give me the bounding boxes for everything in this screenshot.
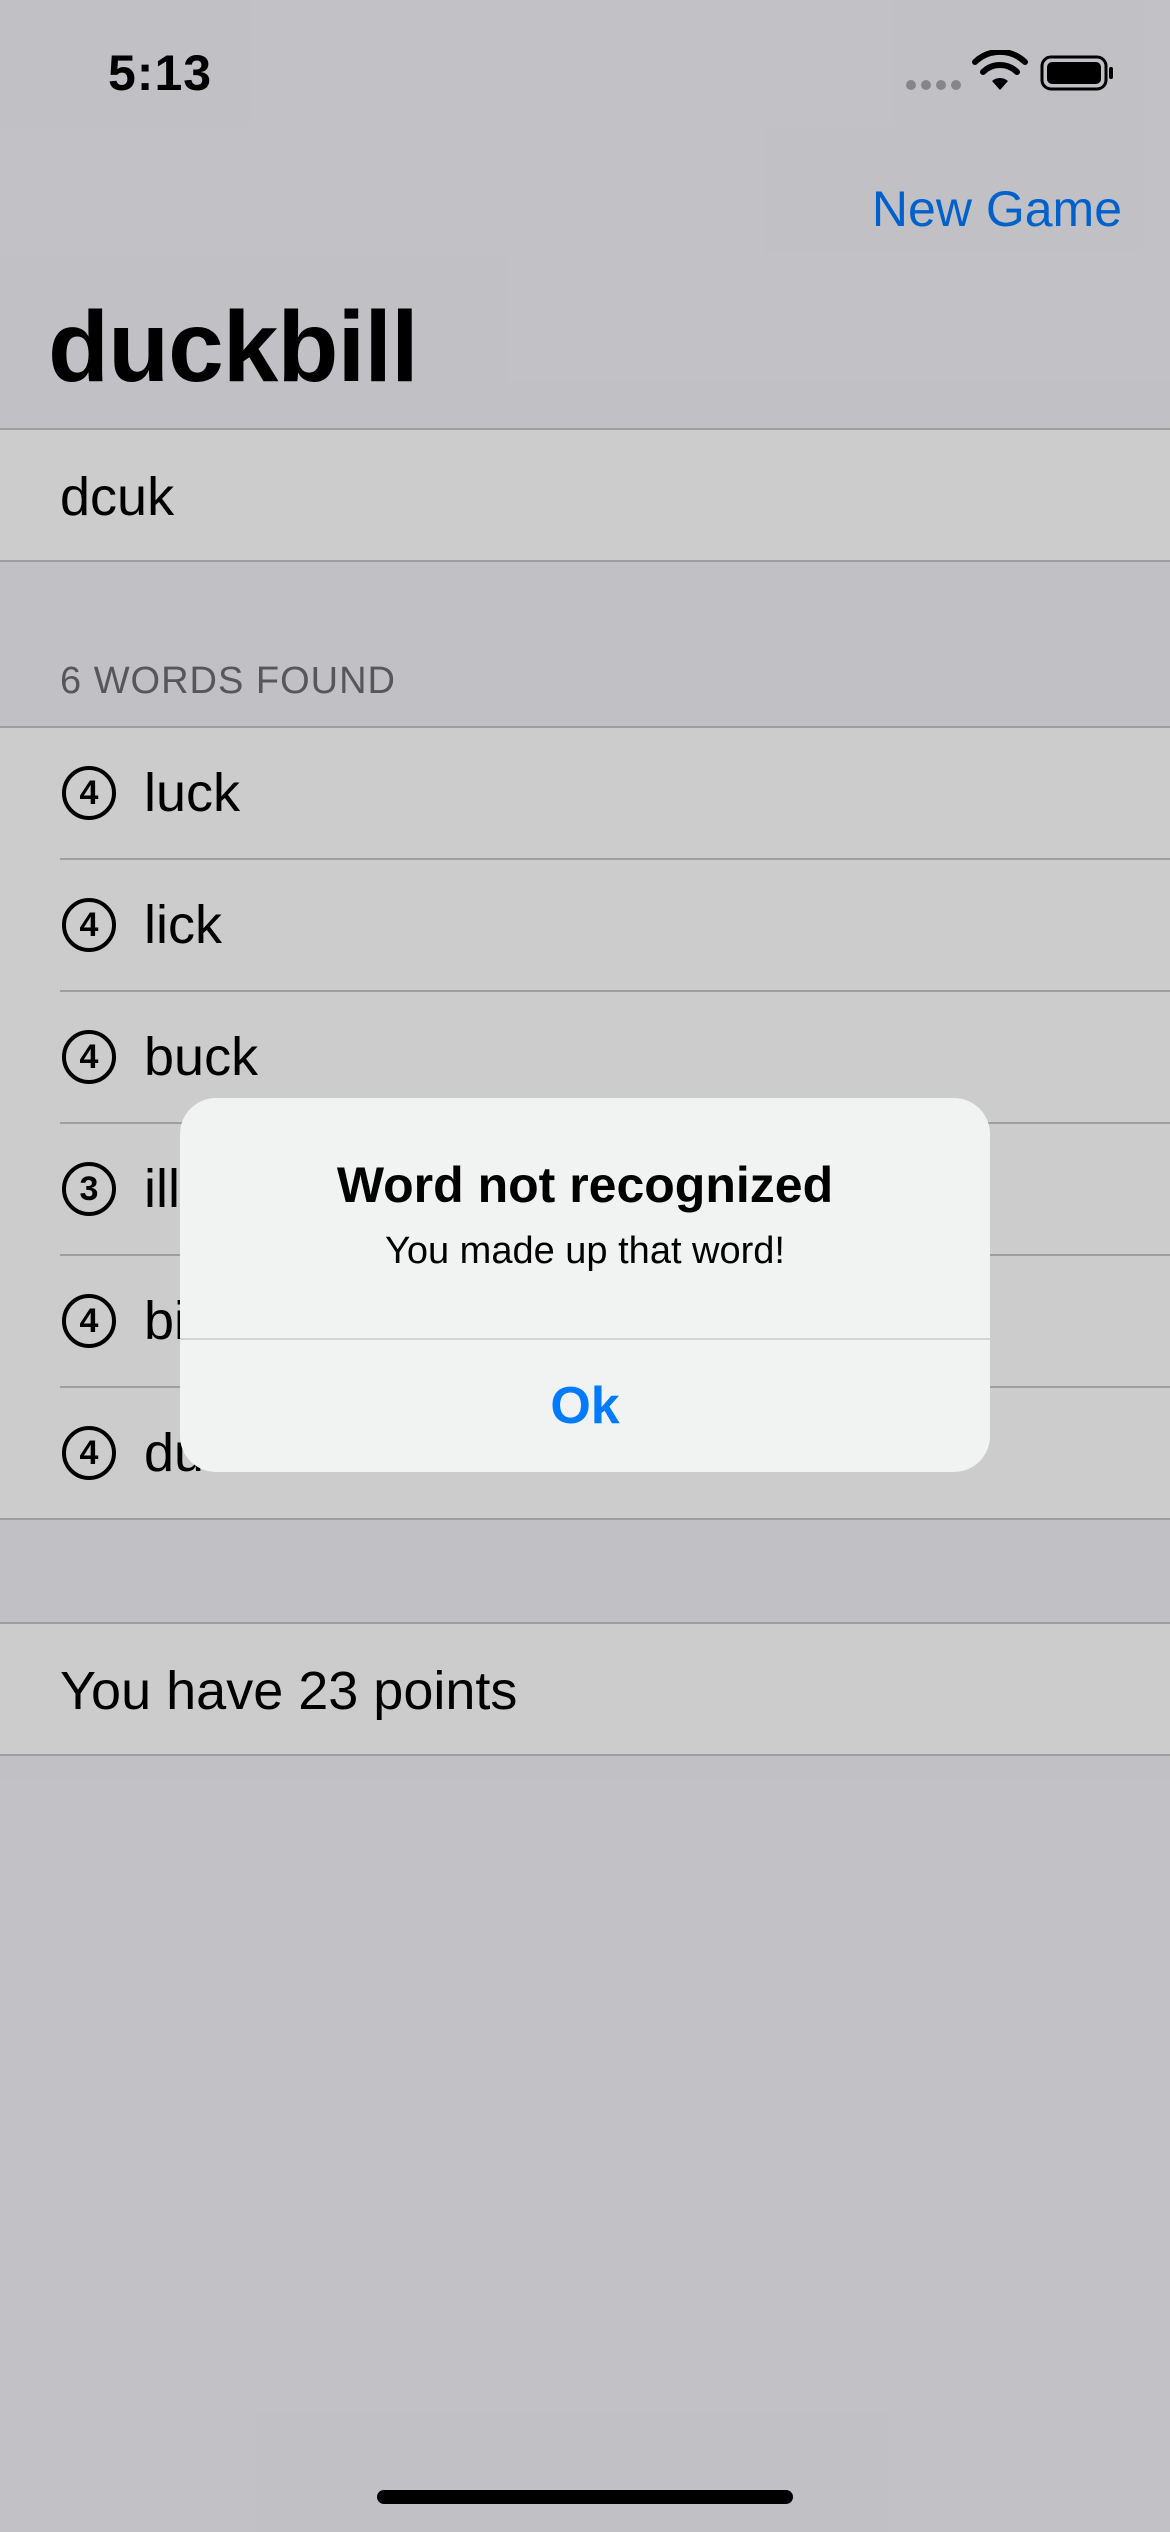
alert-title: Word not recognized: [336, 1157, 834, 1213]
app-screen: 5:13 New Game duckbill dcuk 6 WORDS FOUN…: [0, 0, 1170, 2532]
alert-message: You made up that word!: [385, 1230, 785, 1272]
ok-button[interactable]: Ok: [180, 1340, 990, 1472]
home-indicator[interactable]: [377, 2490, 793, 2504]
alert-dialog: Word not recognized You made up that wor…: [180, 1098, 990, 1472]
